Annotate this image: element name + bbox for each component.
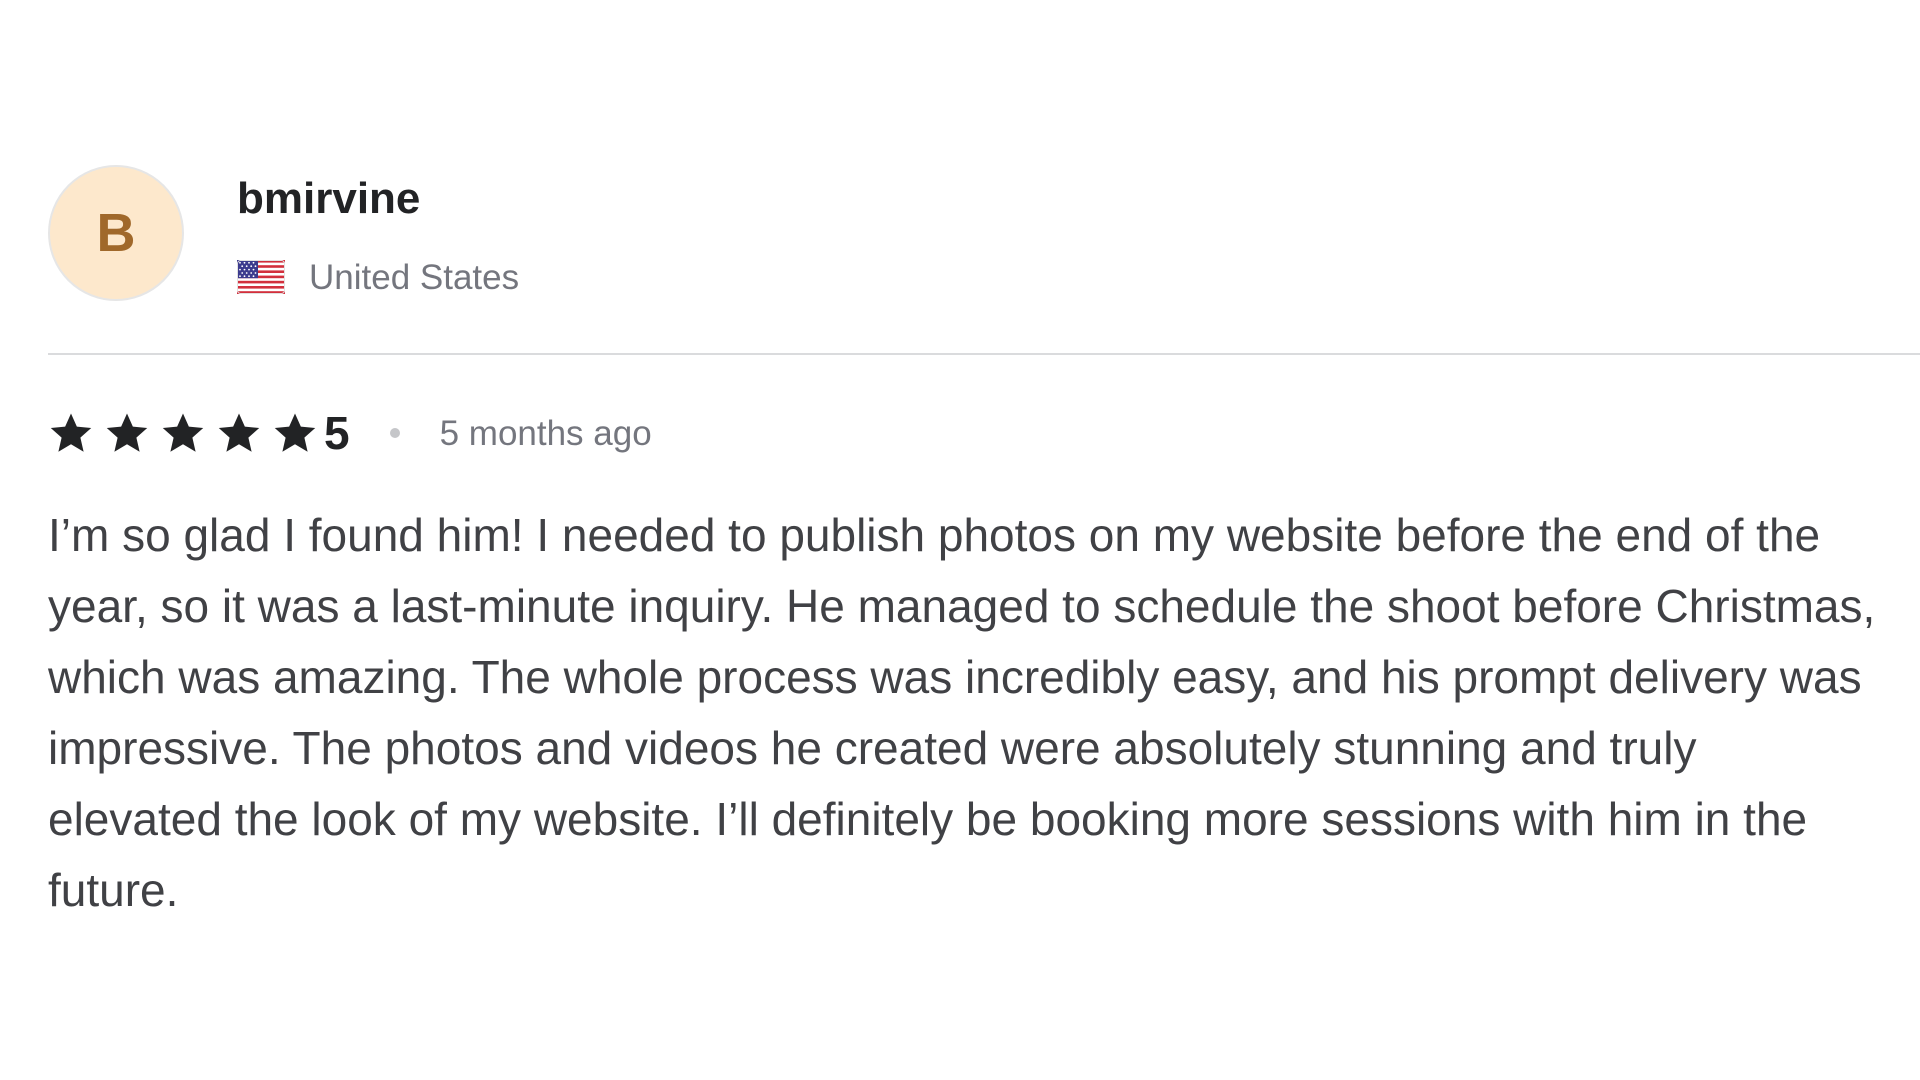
- separator-dot: [389, 428, 400, 438]
- star-rating: [48, 410, 328, 456]
- reviewer-username[interactable]: bmirvine: [237, 173, 420, 226]
- reviewer-location: United States: [237, 253, 519, 301]
- review-card: B bmirvine United States 5 5 months ago …: [48, 0, 1920, 1080]
- us-flag-icon: [237, 260, 285, 294]
- reviewer-header: B bmirvine United States: [48, 165, 1248, 305]
- review-time-ago: 5 months ago: [439, 413, 652, 453]
- star-icon: [218, 413, 260, 452]
- reviewer-country: United States: [309, 257, 520, 297]
- rating-score: 5: [324, 407, 350, 459]
- star-icon: [274, 413, 316, 452]
- star-icon: [106, 413, 148, 452]
- review-text: I’m so glad I found him! I needed to pub…: [48, 509, 1876, 916]
- avatar-initial: B: [96, 203, 136, 263]
- avatar[interactable]: B: [48, 165, 184, 301]
- divider: [48, 353, 1920, 355]
- rating-row: 5 5 months ago: [48, 408, 652, 458]
- star-icon: [50, 413, 92, 452]
- star-icon: [162, 413, 204, 452]
